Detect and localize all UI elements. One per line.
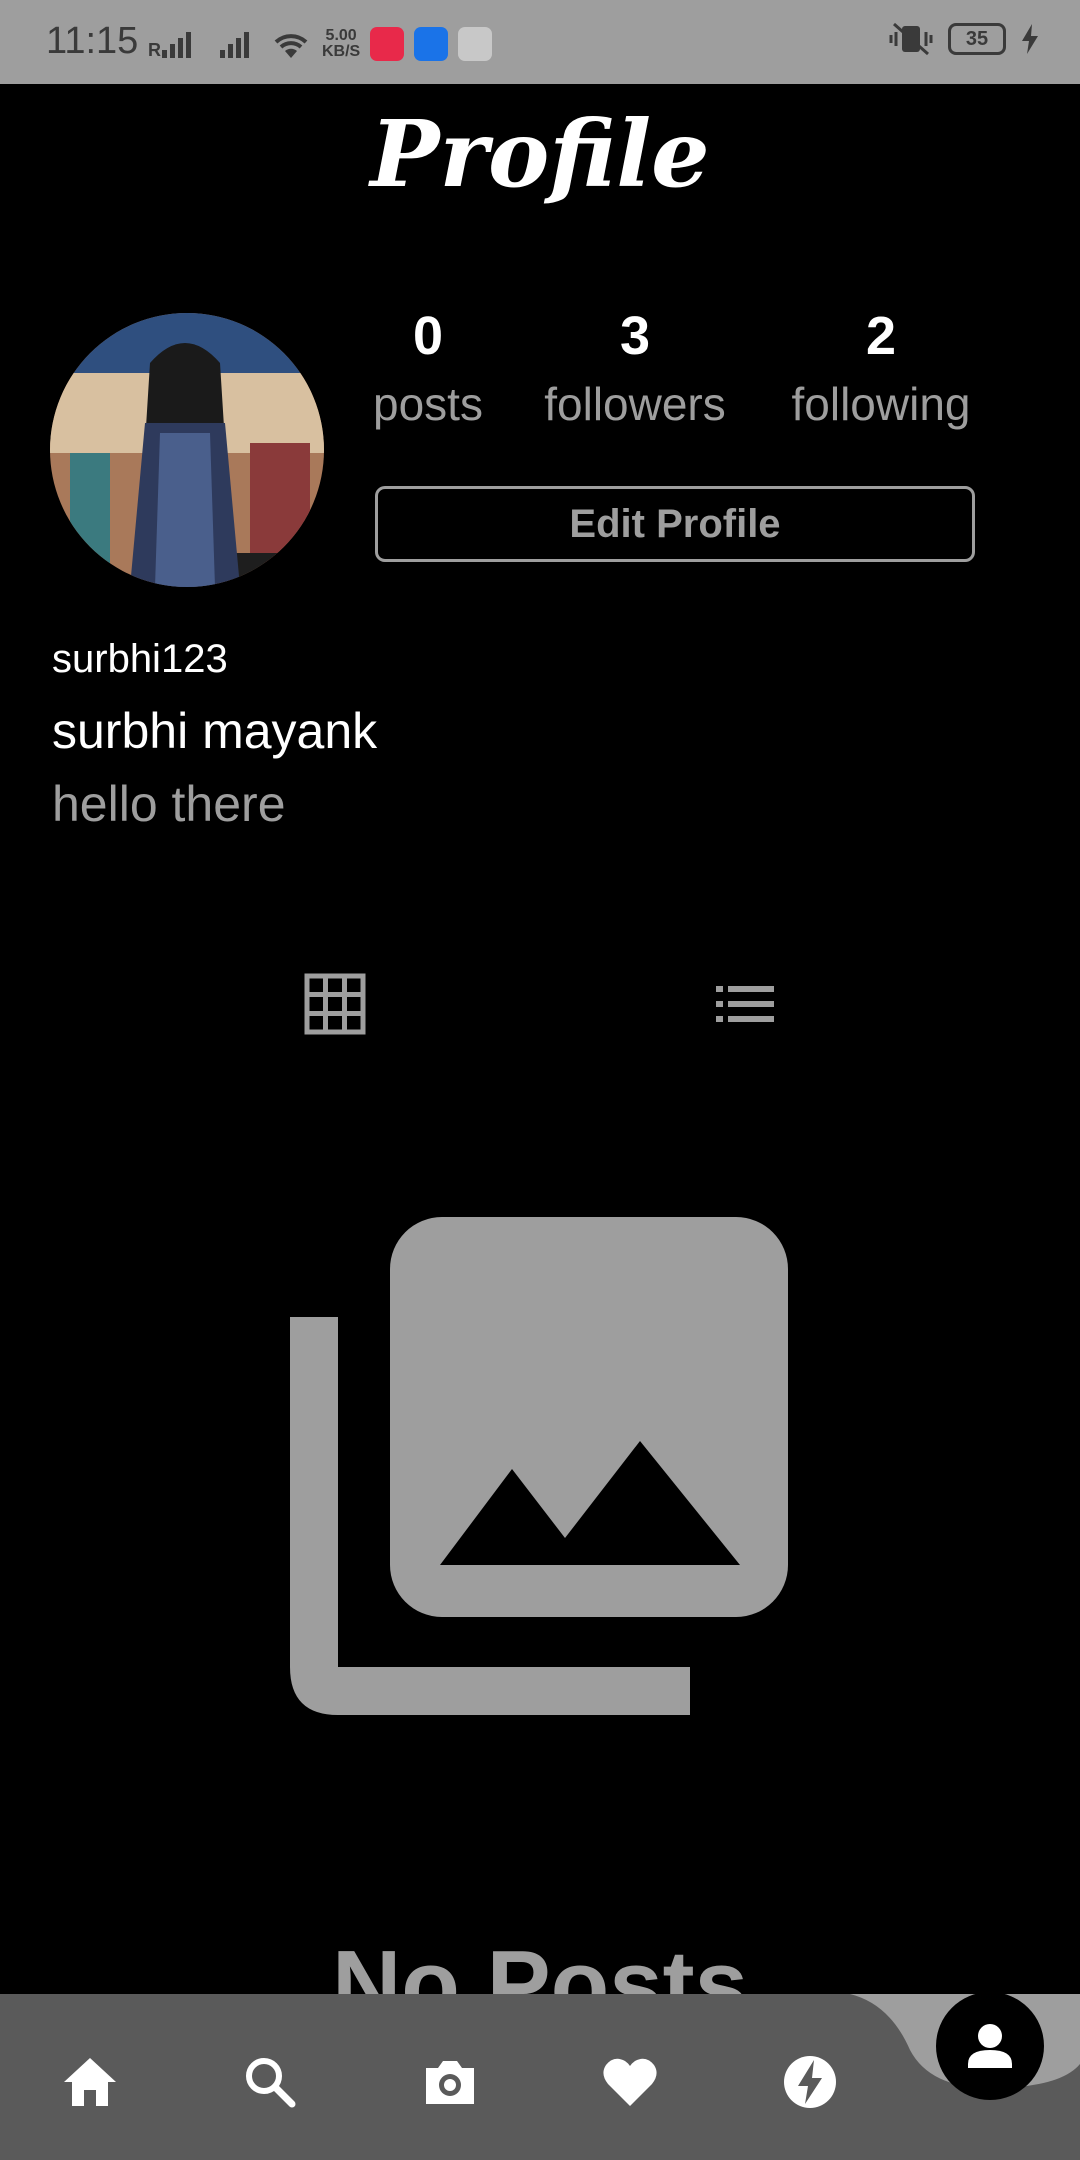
full-name: surbhi mayank <box>52 703 378 759</box>
network-speed-value: 5.00 <box>325 27 357 44</box>
stat-following[interactable]: 2 following <box>783 305 979 431</box>
camera-icon[interactable] <box>420 2052 480 2112</box>
stat-followers-value: 3 <box>619 306 651 366</box>
stat-following-label: following <box>791 378 971 430</box>
list-icon[interactable] <box>716 984 774 1024</box>
photo-library-icon <box>290 1217 788 1715</box>
bio: hello there <box>52 776 286 832</box>
stat-posts-label: posts <box>373 378 483 430</box>
stat-followers-label: followers <box>544 378 726 430</box>
bolt-icon[interactable] <box>780 2052 840 2112</box>
bottom-nav-background <box>0 1994 1080 2160</box>
avatar-image <box>50 313 324 587</box>
grid-icon[interactable] <box>304 973 366 1035</box>
signal-2-icon <box>220 32 249 58</box>
heart-icon[interactable] <box>600 2052 660 2112</box>
person-icon <box>968 2024 1012 2068</box>
username: surbhi123 <box>52 637 228 681</box>
charging-icon <box>1022 24 1038 54</box>
battery-indicator: 35 <box>948 23 1006 55</box>
status-icons-right: 35 <box>888 22 1040 56</box>
share-icon <box>458 27 493 61</box>
network-speed: 5.00 KB/S <box>322 28 360 60</box>
avatar[interactable] <box>50 313 324 587</box>
network-speed-unit: KB/S <box>322 43 361 60</box>
edit-profile-button[interactable]: Edit Profile <box>375 486 975 562</box>
status-icons-left: R 5.00 KB/S <box>148 24 493 64</box>
stat-posts: 0 posts <box>370 305 486 431</box>
profile-nav-button[interactable] <box>936 1992 1044 2100</box>
stat-posts-value: 0 <box>412 306 444 366</box>
usb-icon <box>414 27 449 61</box>
signal-icon: R <box>148 32 191 60</box>
bottom-nav <box>0 1994 1080 2160</box>
status-time: 11:15 <box>46 20 139 62</box>
screen-record-icon <box>370 27 405 61</box>
wifi-icon <box>274 34 308 58</box>
home-icon[interactable] <box>60 2052 120 2112</box>
stat-followers[interactable]: 3 followers <box>535 305 735 431</box>
page-title: Profile <box>370 100 710 208</box>
vibrate-icon <box>889 22 933 56</box>
stat-following-value: 2 <box>865 306 897 366</box>
svg-text:R: R <box>148 40 161 60</box>
status-bar: 11:15 R 5.00 KB/S 35 <box>0 0 1080 84</box>
search-icon[interactable] <box>240 2052 300 2112</box>
